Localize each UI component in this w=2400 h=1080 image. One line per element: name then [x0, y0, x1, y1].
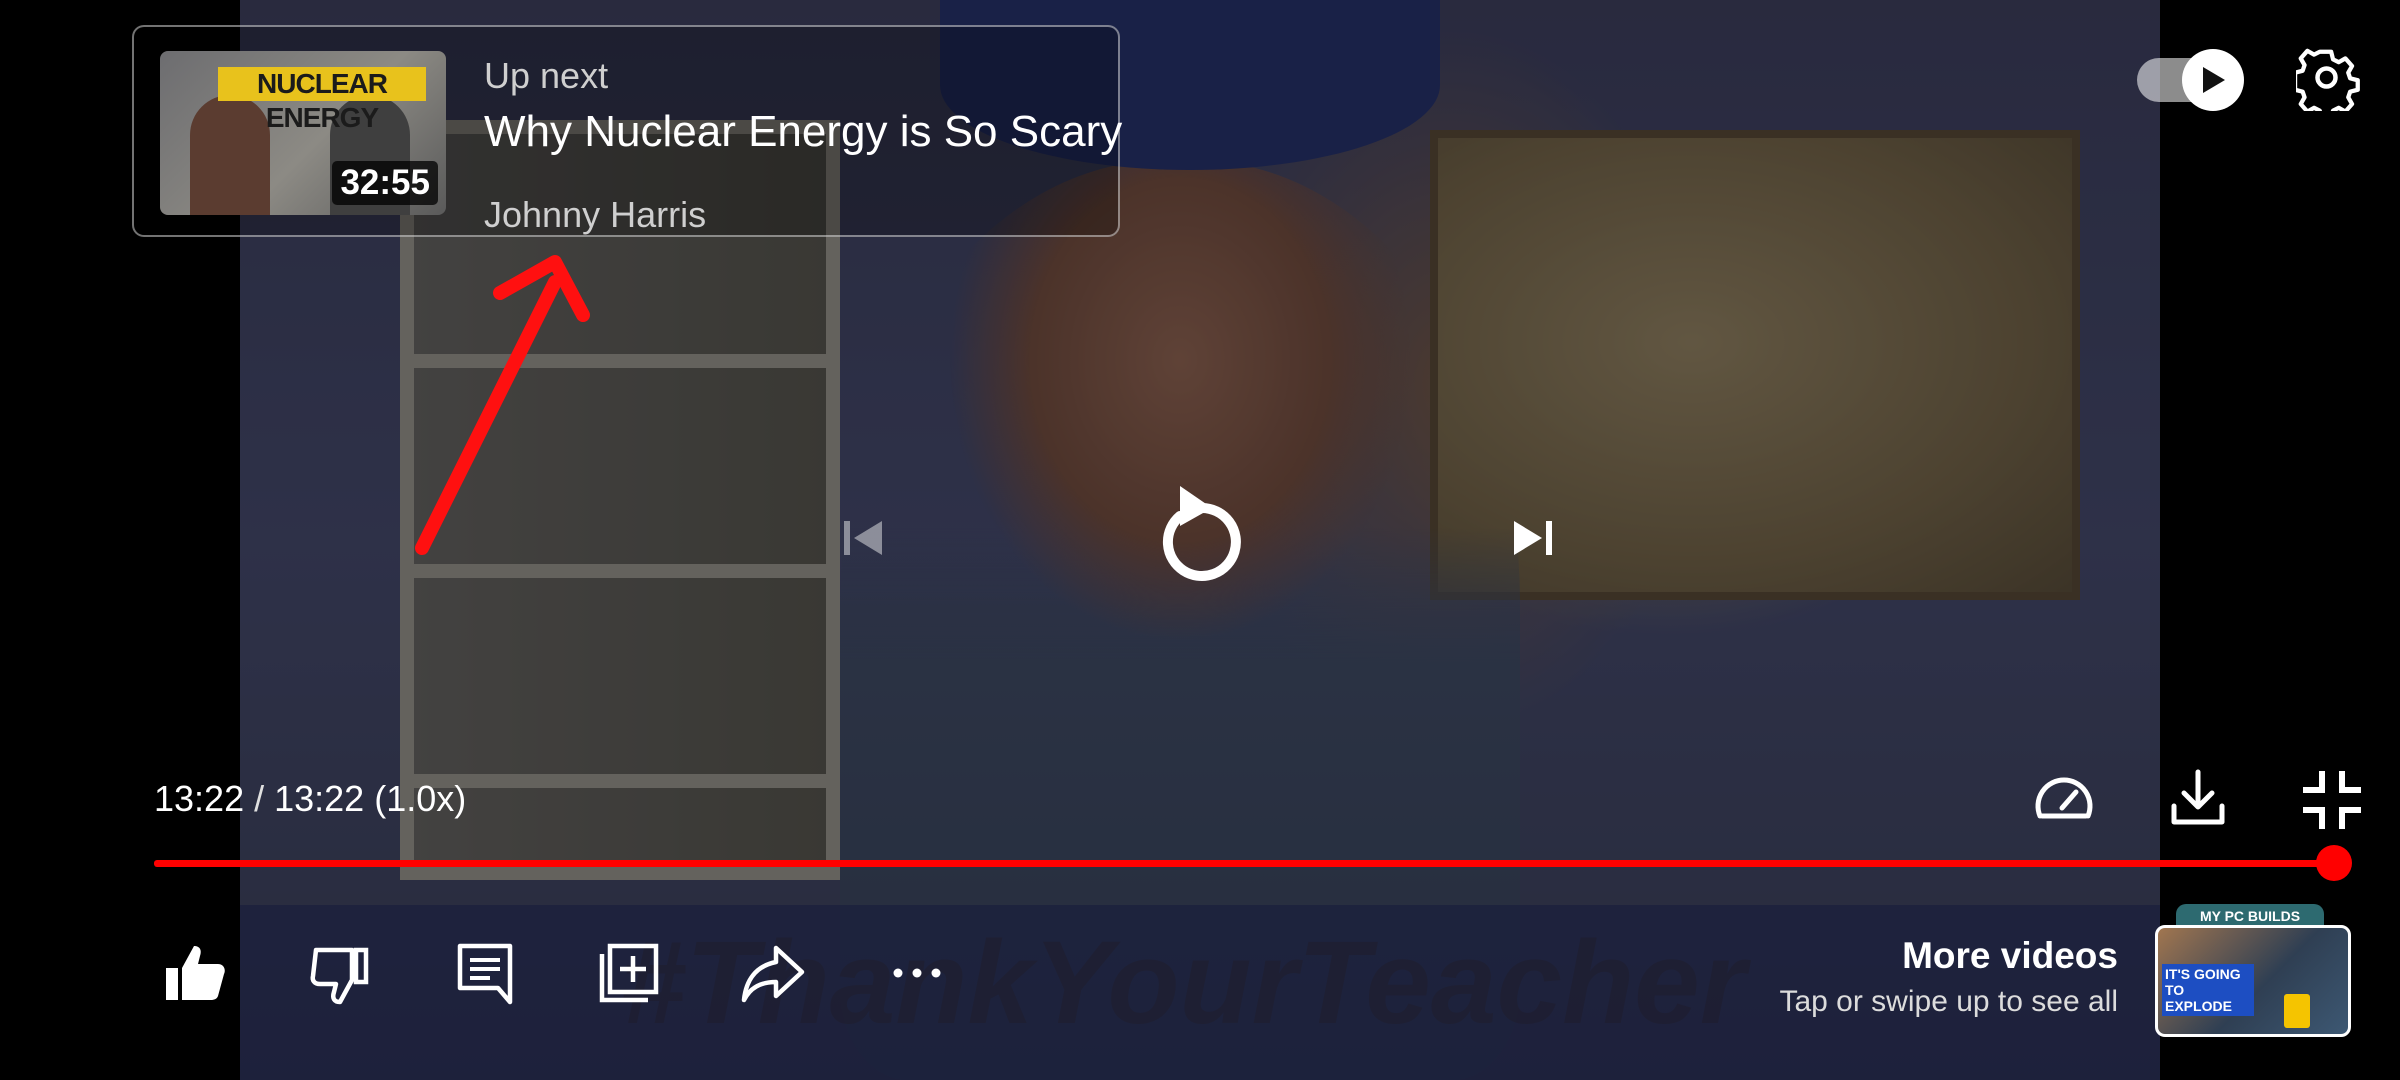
next-icon[interactable]: [1510, 515, 1556, 561]
video-duration: 32:55: [332, 161, 438, 205]
current-time: 13:22: [154, 778, 245, 819]
more-videos-thumbnail-label: IT'S GOING TO EXPLODE: [2162, 964, 2254, 1016]
play-icon: [2182, 49, 2244, 111]
share-icon[interactable]: [740, 940, 806, 1006]
more-videos[interactable]: More videos Tap or swipe up to see all: [1779, 935, 2118, 1019]
thumbnail-person-left: [190, 95, 270, 215]
comments-icon[interactable]: [452, 940, 518, 1006]
settings-icon[interactable]: [2296, 47, 2360, 111]
time-separator: /: [244, 778, 275, 819]
up-next-card[interactable]: NUCLEAR ENERGY 32:55 Up next Why Nuclear…: [132, 25, 1122, 237]
dislike-icon[interactable]: [308, 940, 374, 1006]
download-icon[interactable]: [2166, 766, 2230, 830]
more-videos-thumbnail[interactable]: IT'S GOING TO EXPLODE: [2155, 925, 2351, 1037]
like-icon[interactable]: [162, 940, 228, 1006]
up-next-thumbnail[interactable]: NUCLEAR ENERGY 32:55: [160, 51, 446, 215]
autoplay-toggle[interactable]: [2137, 49, 2244, 111]
more-videos-subtitle: Tap or swipe up to see all: [1779, 985, 2118, 1018]
previous-icon[interactable]: [840, 515, 886, 561]
progress-bar[interactable]: [154, 860, 2334, 867]
progress-scrubber[interactable]: [2316, 845, 2352, 881]
time-display: 13:22 / 13:22 (1.0x): [154, 778, 466, 820]
more-icon[interactable]: [884, 940, 950, 1006]
playback-speed-icon[interactable]: [2032, 768, 2096, 832]
save-to-playlist-icon[interactable]: [596, 940, 662, 1006]
up-next-label: Up next: [484, 55, 609, 96]
more-videos-title: More videos: [1902, 935, 2118, 976]
up-next-title[interactable]: Why Nuclear Energy is So Scary: [484, 107, 1122, 157]
thumbnail-banner: NUCLEAR ENERGY: [218, 67, 426, 133]
thumbnail-object: [2284, 994, 2310, 1028]
replay-icon[interactable]: [1150, 480, 1250, 590]
total-time: 13:22: [274, 778, 365, 819]
exit-fullscreen-icon[interactable]: [2300, 768, 2364, 832]
playback-speed-text: (1.0x): [364, 778, 467, 819]
up-next-channel: Johnny Harris: [484, 194, 707, 235]
